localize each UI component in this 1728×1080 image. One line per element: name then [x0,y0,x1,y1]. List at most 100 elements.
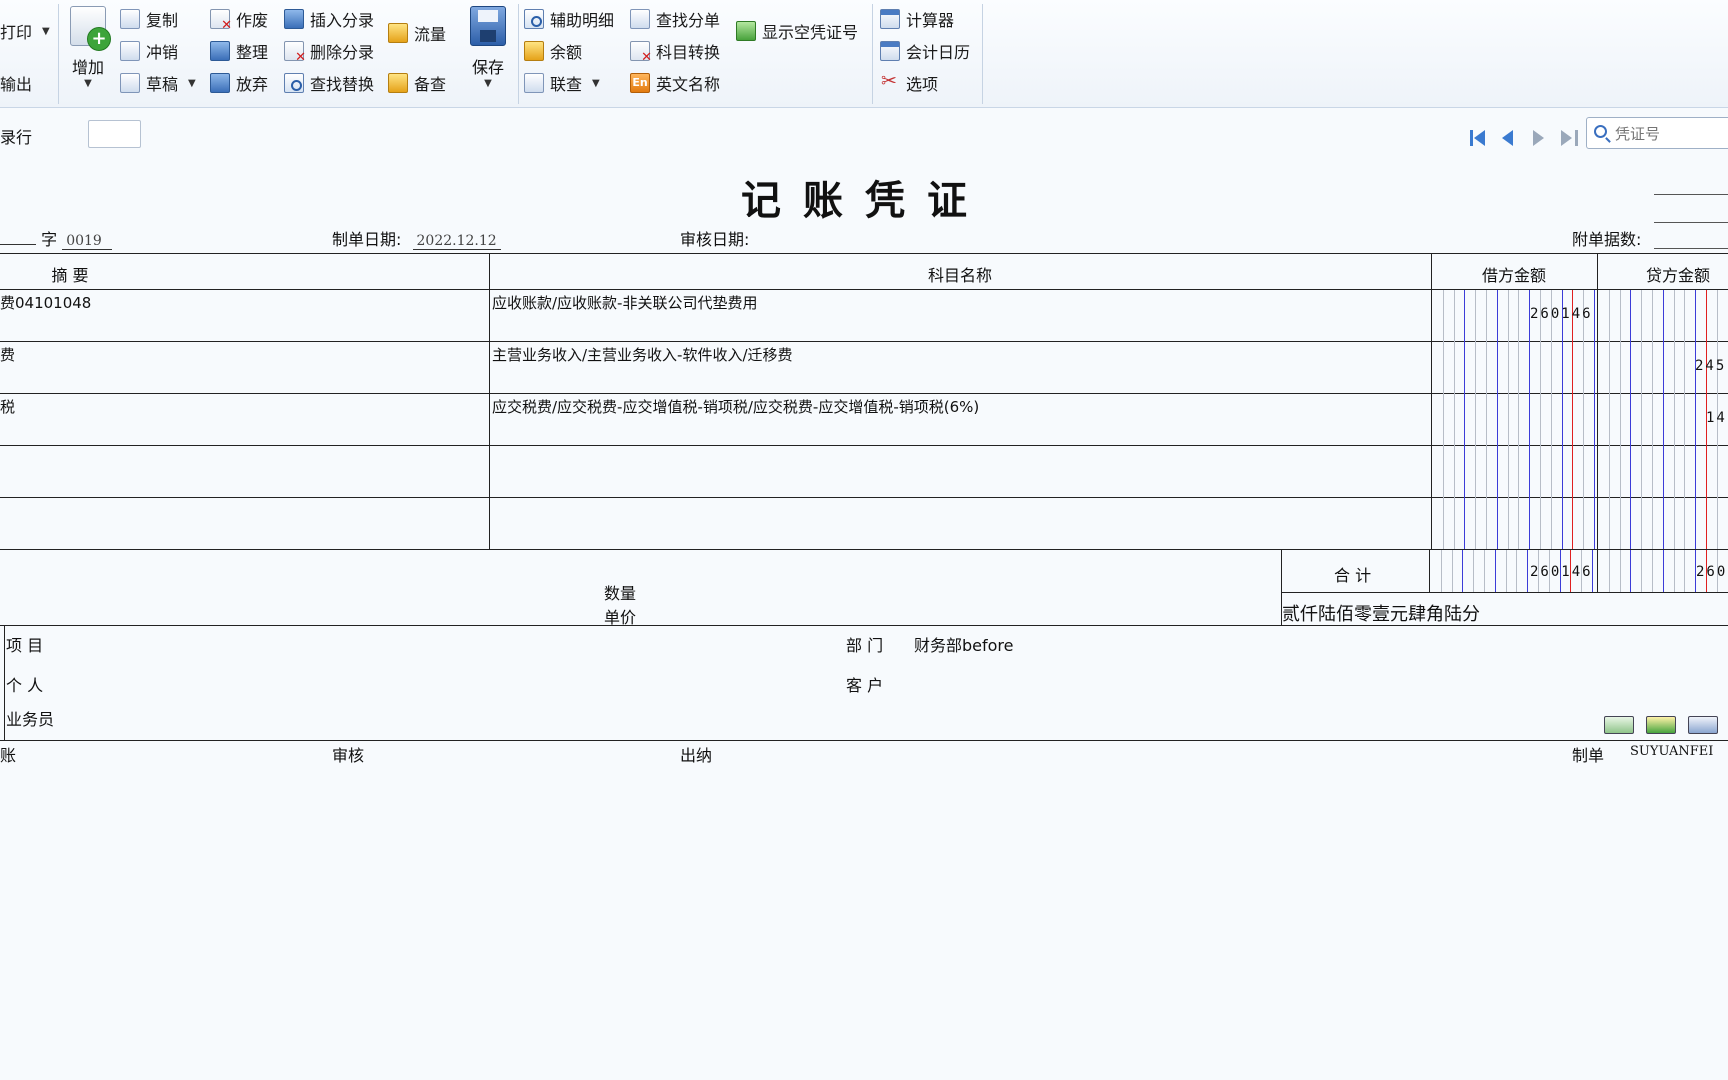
toolbar-divider [872,4,873,104]
discard-button[interactable]: 放弃 [210,70,268,96]
make-date-field[interactable]: 制单日期: 2022.12.12 [332,226,501,250]
department-value: 财务部before [914,636,1014,655]
toolbar-divider [982,4,983,104]
last-record-icon[interactable] [1560,128,1580,148]
accounting-calendar-label: 会计日历 [906,43,971,62]
row-3-credit[interactable]: 14 [1706,410,1727,426]
show-empty-voucher-icon [736,21,756,41]
tools-icon [880,70,900,93]
attachments-label: 附单据数: [1572,230,1642,249]
amount-ruling-line [1630,290,1632,549]
amount-in-words: 贰仟陆佰零壹元肆角陆分 [1282,604,1480,625]
amount-ruling-line [1440,550,1442,592]
copy-button[interactable]: 复制 [120,6,178,32]
next-record-icon[interactable] [1530,128,1550,148]
title-rule [1654,194,1728,195]
row-2-account[interactable]: 主营业务收入/主营业务收入-软件收入/迁移费 [492,344,1428,365]
amount-ruling-line [1641,290,1643,549]
row-1-summary[interactable]: 费04101048 [0,292,486,313]
balance-button[interactable]: 余额 [524,38,582,64]
row-2-summary[interactable]: 费 [0,344,486,365]
accounting-calendar-button[interactable]: 会计日历 [880,38,970,64]
cash-flow-button[interactable]: 流量 [388,20,446,46]
tidy-button[interactable]: 整理 [210,38,268,64]
credit-header: 贷方金额 [1645,266,1710,285]
linked-query-button[interactable]: 联查 ▼ [524,70,600,96]
row-3-summary[interactable]: 税 [0,396,486,417]
find-replace-label: 查找替换 [310,75,375,94]
amount-ruling-line [1652,550,1653,592]
find-split-button[interactable]: 查找分单 [630,6,720,32]
export-button[interactable]: 输出 [0,70,32,96]
first-record-icon[interactable] [1468,128,1488,148]
linked-query-icon [524,73,544,93]
voucher-search-input[interactable] [1615,123,1725,145]
amount-ruling-line [1494,550,1496,592]
row-1-account[interactable]: 应收账款/应收账款-非关联公司代垫费用 [492,292,1428,313]
bookkeep-label: 账 [0,746,17,765]
record-row-input[interactable] [88,120,141,148]
previous-record-icon[interactable] [1498,128,1518,148]
voucher-number-field[interactable]: 字 0019 [0,226,113,250]
voucher-search-box[interactable] [1586,117,1728,149]
find-replace-button[interactable]: 查找替换 [284,70,374,96]
options-button[interactable]: 选项 [880,70,938,96]
audit-label: 审核 [332,746,365,765]
project-icon[interactable] [1646,716,1676,734]
summary-account-divider [489,253,490,549]
backup-check-label: 备查 [414,75,447,94]
edit-icon[interactable] [1688,716,1718,734]
amount-ruling-line [1608,290,1610,549]
delete-entry-icon [284,41,306,65]
amount-ruling-line [1662,290,1664,549]
save-label: 保存 [471,58,504,77]
show-empty-voucher-label: 显示空凭证号 [762,23,859,42]
toolbar-divider [518,4,519,104]
copy-label: 复制 [146,11,179,30]
row-3-account[interactable]: 应交税费/应交税费-应交增值税-销项税/应交税费-应交增值税-销项税(6%) [492,396,1428,417]
add-button[interactable]: 增加 ▼ [70,6,111,89]
voucher-type-field[interactable] [0,244,36,245]
reverse-label: 冲销 [146,43,179,62]
delete-entry-button[interactable]: 删除分录 [284,38,374,65]
total-rule [1282,592,1728,593]
amount-ruling-line [1486,290,1487,549]
title-rule [1654,222,1728,223]
cash-flow-icon [388,23,408,43]
calculator-button[interactable]: 计算器 [880,6,954,32]
show-empty-voucher-button[interactable]: 显示空凭证号 [736,18,858,44]
row-1-debit[interactable]: 260146 [1530,306,1593,322]
record-row-label: 录行 [0,128,33,147]
amount-ruling-line [1619,290,1621,549]
amount-ruling-line [1505,550,1507,592]
account-convert-button[interactable]: 科目转换 [630,38,720,65]
aux-detail-label: 辅助明细 [550,11,615,30]
void-button[interactable]: 作废 [210,6,269,33]
amount-ruling-line [1473,550,1475,592]
insert-entry-button[interactable]: 插入分录 [284,6,374,32]
insert-entry-label: 插入分录 [310,11,375,30]
print-button[interactable]: 打印 ▼ [0,18,50,44]
calculator-label: 计算器 [906,11,955,30]
draft-button[interactable]: 草稿 ▼ [120,70,196,96]
row-2-credit[interactable]: 245 [1695,358,1726,374]
save-button[interactable]: 保存 ▼ [470,6,506,89]
toolbar: 打印 ▼ 输出 增加 ▼ 复制 冲销 草稿 ▼ 作废 整理 放弃 插入分录 [0,0,1728,108]
amount-ruling-line [1527,550,1529,592]
aux-detail-button[interactable]: 辅助明细 [524,6,614,32]
voucher-number-value: 0019 [62,233,113,250]
english-name-button[interactable]: En 英文名称 [630,70,720,96]
linked-query-label: 联查 [550,75,583,94]
cash-flow-icon[interactable] [1604,716,1634,734]
tidy-icon [210,41,230,61]
void-label: 作废 [236,11,269,30]
make-date-value: 2022.12.12 [412,233,501,250]
backup-check-icon [388,73,408,93]
backup-check-button[interactable]: 备查 [388,70,446,96]
reverse-button[interactable]: 冲销 [120,38,178,64]
tidy-label: 整理 [236,43,269,62]
quantity-label: 数量 [604,584,637,603]
amount-ruling-line [1540,290,1541,549]
insert-entry-icon [284,9,304,29]
amount-ruling-line [1608,550,1610,592]
